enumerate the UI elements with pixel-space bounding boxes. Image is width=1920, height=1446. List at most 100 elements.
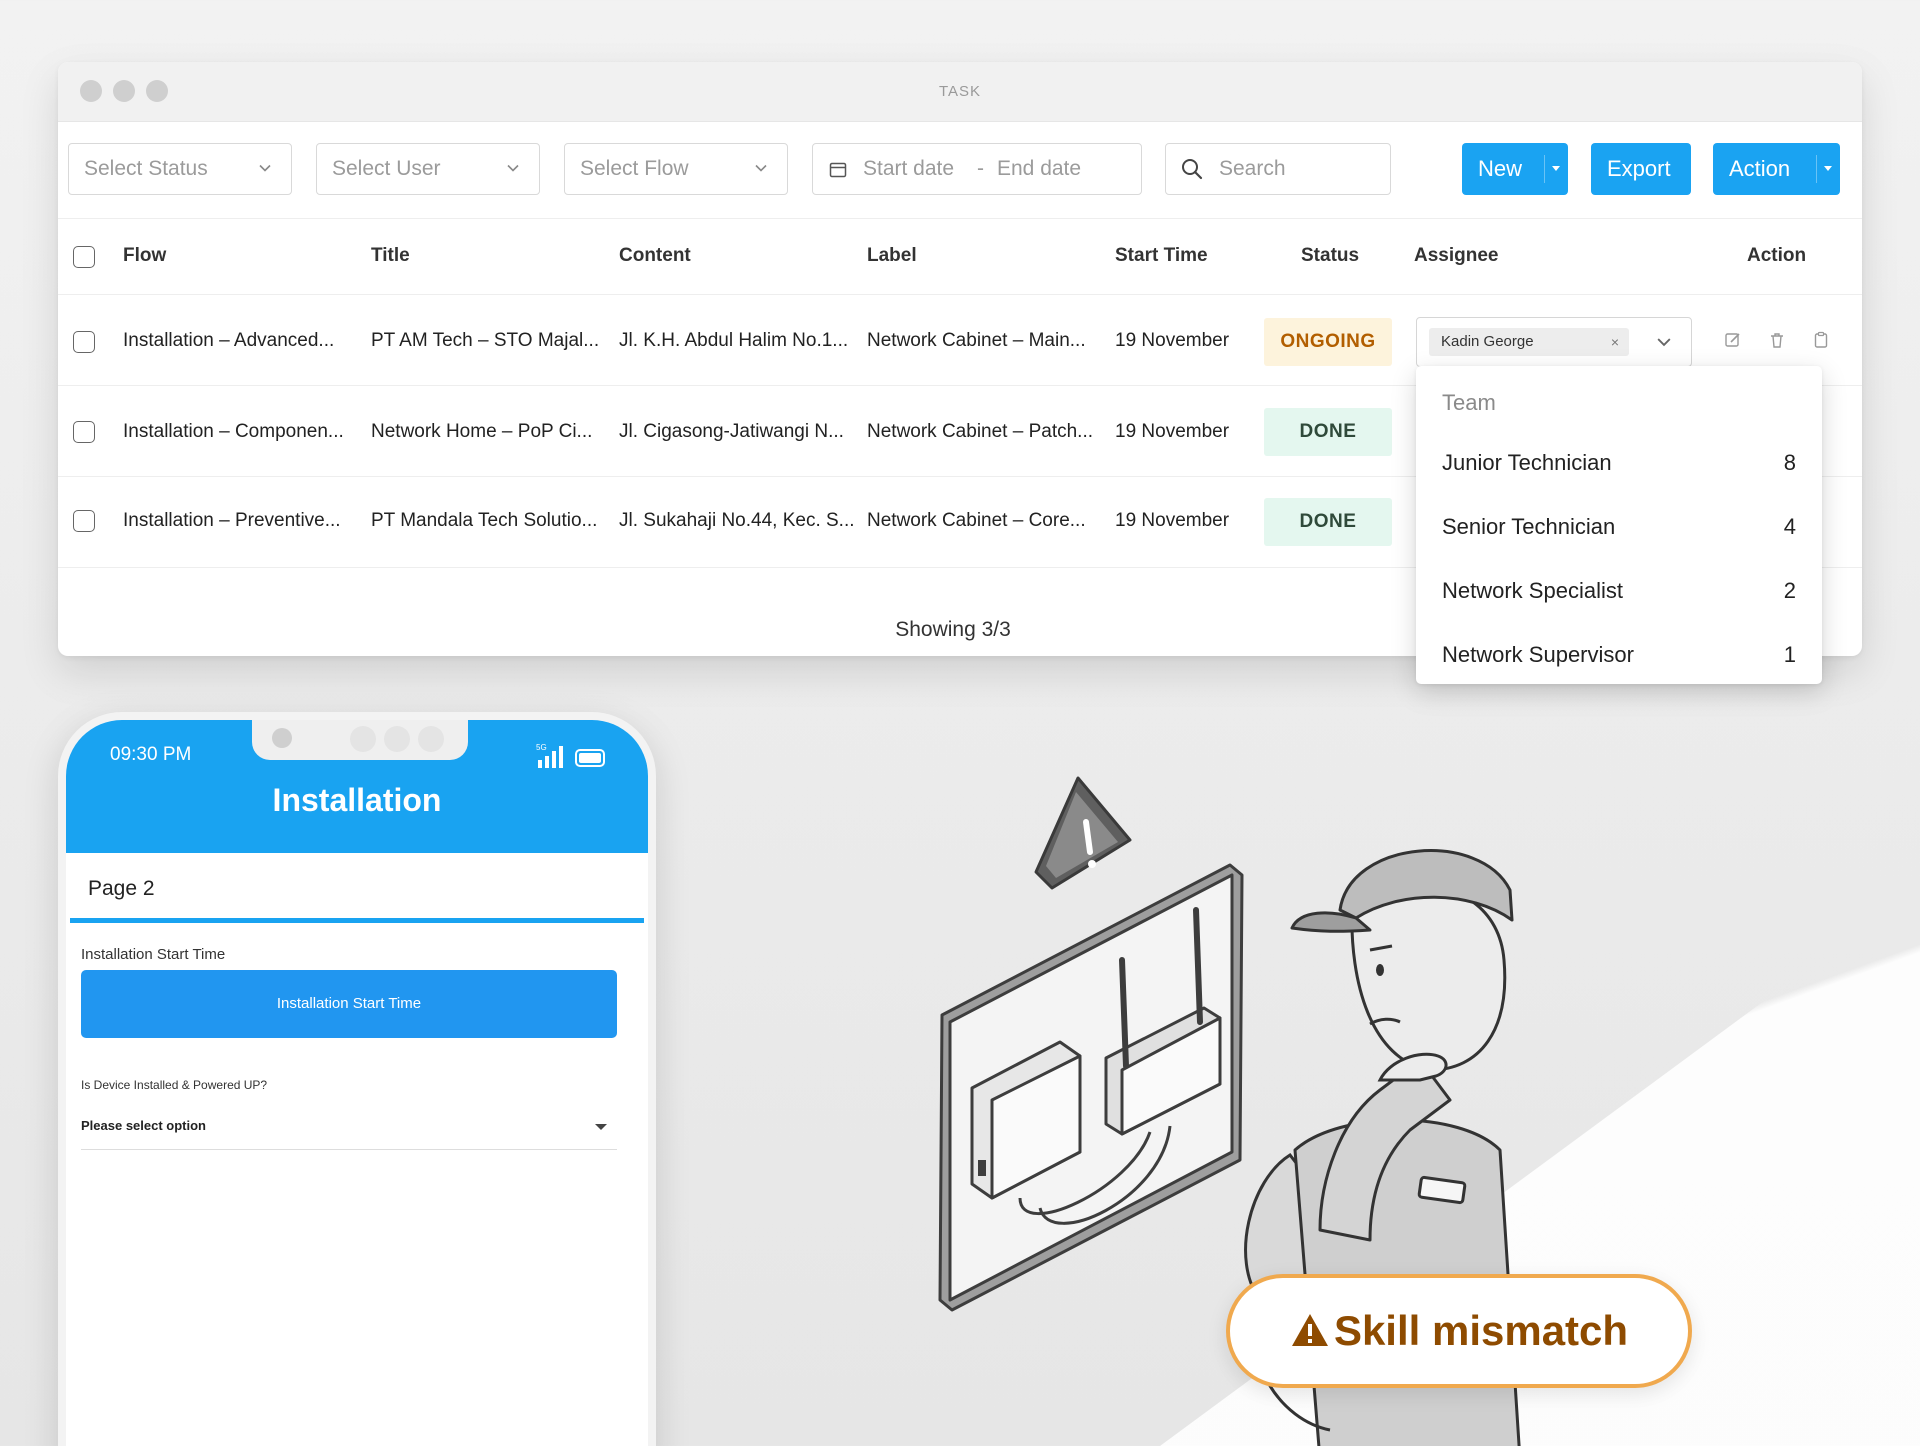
chevron-down-icon	[507, 164, 519, 172]
column-header-content[interactable]: Content	[619, 245, 691, 267]
row-label: Network Cabinet – Main...	[867, 330, 1086, 351]
column-header-start-time[interactable]: Start Time	[1115, 245, 1208, 267]
window-titlebar: TASK	[58, 62, 1862, 122]
assignee-tag-label: Kadin George	[1441, 333, 1534, 350]
assignee-tag: Kadin George ×	[1429, 328, 1629, 356]
row-content: Jl. Sukahaji No.44, Kec. S...	[619, 510, 855, 531]
close-icon[interactable]: ×	[1611, 328, 1619, 356]
select-all-checkbox[interactable]	[73, 246, 95, 268]
start-date-input[interactable]: Start date	[863, 144, 954, 193]
status-badge: ONGOING	[1264, 318, 1392, 366]
dropdown-item-count: 2	[1783, 578, 1796, 603]
callout-text: Skill mismatch	[1333, 1307, 1629, 1354]
search-input[interactable]: Search	[1165, 143, 1391, 195]
edit-icon[interactable]	[1724, 331, 1742, 349]
row-start-time: 19 November	[1115, 421, 1230, 442]
skill-mismatch-callout: Skill mismatch	[1226, 1274, 1692, 1388]
action-button-label: Action	[1729, 156, 1791, 181]
field-label: Is Device Installed & Powered UP?	[81, 1078, 268, 1092]
table-header: Flow Title Content Label Start Time Stat…	[58, 218, 1862, 295]
dropdown-item-junior-technician[interactable]: Junior Technician 8	[1442, 450, 1796, 480]
column-header-action[interactable]: Action	[1747, 245, 1806, 267]
new-dropdown-caret[interactable]	[1544, 143, 1568, 195]
user-select[interactable]: Select User	[316, 143, 540, 195]
row-title[interactable]: PT Mandala Tech Solutio...	[371, 510, 597, 532]
phone-notch	[252, 720, 468, 760]
row-title[interactable]: PT AM Tech – STO Majal...	[371, 330, 599, 352]
row-flow[interactable]: Installation – Advanced...	[123, 330, 334, 352]
dropdown-item-count: 1	[1783, 642, 1796, 667]
chevron-down-icon	[259, 164, 271, 172]
mobile-phone-mockup: 09:30 PM Installation 5G Page 2 Installa…	[58, 712, 656, 1446]
assignee-select[interactable]: Kadin George ×	[1416, 317, 1692, 367]
date-range-picker[interactable]: Start date - End date	[812, 143, 1142, 195]
status-select-placeholder: Select Status	[84, 157, 208, 180]
row-flow[interactable]: Installation – Componen...	[123, 421, 344, 443]
search-placeholder: Search	[1219, 157, 1286, 180]
flow-select-placeholder: Select Flow	[580, 157, 689, 180]
row-start-time: 19 November	[1115, 330, 1230, 351]
signal-label: 5G	[536, 743, 547, 752]
column-header-status[interactable]: Status	[1301, 245, 1359, 267]
signal-icon: 5G	[536, 743, 605, 768]
row-label: Network Cabinet – Patch...	[867, 421, 1093, 442]
dropdown-item-label: Network Specialist	[1442, 578, 1623, 603]
page-progress-bar	[70, 918, 644, 923]
assignee-dropdown-menu: Team Junior Technician 8 Senior Technici…	[1416, 366, 1822, 684]
row-content: Jl. Cigasong-Jatiwangi N...	[619, 421, 844, 442]
dropdown-group-header: Team	[1442, 390, 1496, 415]
dropdown-item-network-supervisor[interactable]: Network Supervisor 1	[1442, 642, 1796, 672]
dropdown-item-label: Junior Technician	[1442, 450, 1612, 475]
export-button[interactable]: Export	[1591, 143, 1691, 195]
export-button-label: Export	[1607, 156, 1671, 181]
row-label: Network Cabinet – Core...	[867, 510, 1086, 531]
status-badge: DONE	[1264, 498, 1392, 546]
device-installed-select[interactable]: Please select option	[81, 1118, 617, 1150]
new-button[interactable]: New	[1462, 143, 1568, 195]
clipboard-icon[interactable]	[1812, 331, 1830, 349]
row-checkbox[interactable]	[73, 421, 95, 443]
sensor-dot	[350, 726, 376, 752]
end-date-input[interactable]: End date	[997, 144, 1081, 193]
status-badge: DONE	[1264, 408, 1392, 456]
phone-screen-title: Installation	[272, 782, 442, 818]
calendar-icon	[829, 162, 847, 178]
dropdown-item-count: 8	[1783, 450, 1796, 475]
sensor-dot	[384, 726, 410, 752]
row-title[interactable]: Network Home – PoP Ci...	[371, 421, 592, 443]
flow-select[interactable]: Select Flow	[564, 143, 788, 195]
dropdown-item-label: Network Supervisor	[1442, 642, 1634, 667]
column-header-assignee[interactable]: Assignee	[1414, 245, 1498, 267]
status-select[interactable]: Select Status	[68, 143, 292, 195]
action-dropdown-caret[interactable]	[1816, 143, 1840, 195]
user-select-placeholder: Select User	[332, 157, 441, 180]
warning-icon	[1034, 776, 1132, 890]
trash-icon[interactable]	[1768, 331, 1786, 349]
warning-icon	[1291, 1313, 1328, 1346]
chevron-down-icon	[595, 1124, 607, 1130]
phone-clock: 09:30 PM	[110, 744, 192, 765]
page-indicator: Page 2	[88, 877, 155, 900]
row-content: Jl. K.H. Abdul Halim No.1...	[619, 330, 849, 351]
select-placeholder: Please select option	[81, 1118, 206, 1133]
date-separator: -	[977, 157, 984, 180]
row-start-time: 19 November	[1115, 510, 1230, 531]
row-checkbox[interactable]	[73, 331, 95, 353]
network-cabinet-board	[938, 863, 1244, 1312]
row-flow[interactable]: Installation – Preventive...	[123, 510, 341, 532]
row-checkbox[interactable]	[73, 510, 95, 532]
dropdown-item-senior-technician[interactable]: Senior Technician 4	[1442, 514, 1796, 544]
search-icon	[1182, 159, 1203, 180]
window-title: TASK	[938, 83, 982, 100]
column-header-flow[interactable]: Flow	[123, 245, 166, 267]
dropdown-item-network-specialist[interactable]: Network Specialist 2	[1442, 578, 1796, 608]
column-header-title[interactable]: Title	[371, 245, 410, 267]
action-button[interactable]: Action	[1713, 143, 1840, 195]
field-label: Installation Start Time	[81, 946, 226, 963]
installation-start-time-button[interactable]: Installation Start Time	[81, 970, 617, 1038]
filter-toolbar: Select Status Select User Select Flow St…	[58, 143, 1862, 195]
dropdown-item-count: 4	[1783, 514, 1796, 539]
dropdown-item-label: Senior Technician	[1442, 514, 1616, 539]
column-header-label[interactable]: Label	[867, 245, 917, 267]
new-button-label: New	[1478, 156, 1523, 181]
